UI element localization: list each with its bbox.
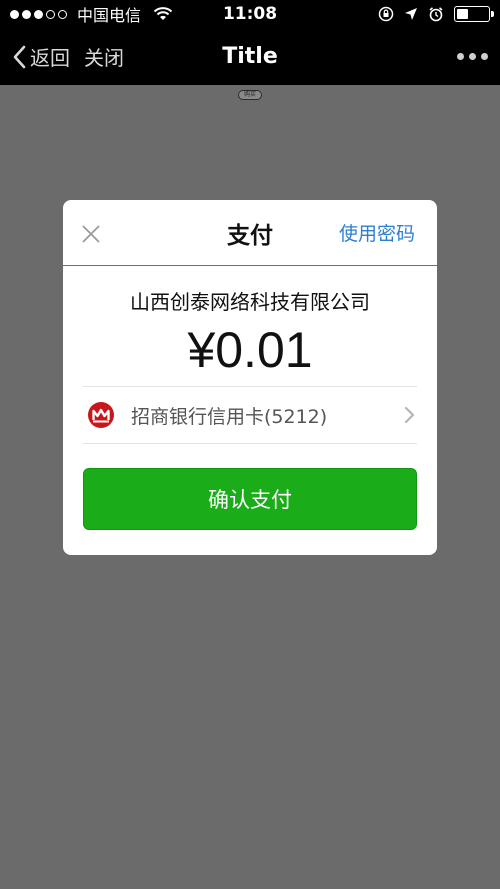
payment-method-row[interactable]: 招商银行信用卡(5212) <box>83 386 417 444</box>
confirm-payment-button[interactable]: 确认支付 <box>83 468 417 530</box>
back-button[interactable]: 返回 <box>12 42 70 71</box>
nav-bar: 返回 关闭 Title <box>0 28 500 85</box>
dialog-header: 支付 使用密码 <box>63 200 437 266</box>
wifi-icon <box>153 7 173 20</box>
back-label: 返回 <box>30 46 70 70</box>
close-page-button[interactable]: 关闭 <box>84 42 124 71</box>
card-name: 招商银行信用卡(5212) <box>131 405 328 428</box>
payment-amount: ¥0.01 <box>187 322 313 378</box>
merchant-name: 山西创泰网络科技有限公司 <box>130 290 370 314</box>
status-left: 中国电信 <box>10 2 173 26</box>
bank-logo-icon <box>88 402 114 428</box>
status-bar: 中国电信 11:08 <box>0 0 500 28</box>
page-title: Title <box>222 44 278 69</box>
buy-tag: 购买 <box>238 90 262 100</box>
location-arrow-icon <box>405 8 417 20</box>
payment-dialog: 支付 使用密码 山西创泰网络科技有限公司 ¥0.01 招商银行信用卡(5212)… <box>63 200 437 555</box>
more-options-icon[interactable] <box>457 53 488 60</box>
alarm-icon <box>429 7 443 22</box>
carrier-label: 中国电信 <box>77 6 142 25</box>
chevron-left-icon <box>13 45 26 68</box>
signal-strength-icon <box>10 9 67 19</box>
status-right <box>378 6 494 22</box>
battery-icon <box>454 6 494 22</box>
use-password-link[interactable]: 使用密码 <box>339 219 415 246</box>
orientation-lock-icon <box>378 6 394 22</box>
chevron-right-icon <box>404 406 415 424</box>
